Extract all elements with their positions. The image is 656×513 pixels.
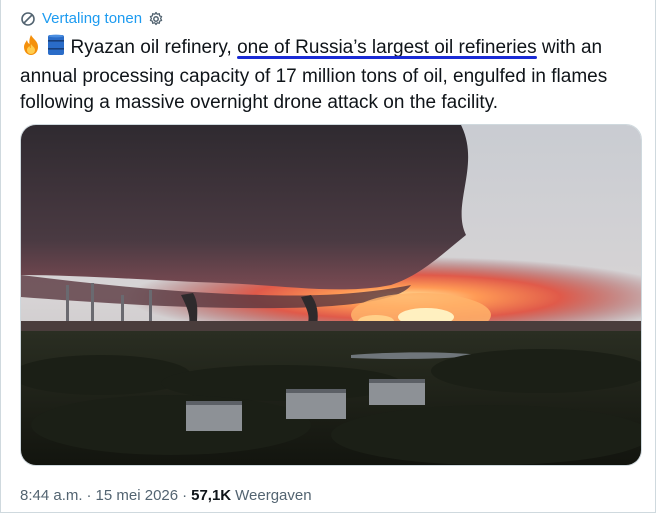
meta-separator: · [182,487,188,504]
gear-icon[interactable] [148,11,164,27]
oil-drum-emoji [47,34,65,64]
meta-separator: · [86,487,92,504]
highlighted-text: one of Russia’s largest oil refineries [237,37,537,59]
highlight-underline [237,56,537,59]
tweet-text: Ryazan oil refinery, one of Russia’s lar… [20,34,640,116]
tweet-time[interactable]: 8:44 a.m. [20,486,83,506]
fire-emoji [20,34,42,64]
views-count: 57,1K [191,487,232,504]
highlighted-text-content: one of Russia’s largest oil refineries [237,37,537,58]
tweet-metadata: 8:44 a.m. · 15 mei 2026 · 57,1K Weergave… [20,486,312,506]
show-translation-link[interactable]: Vertaling tonen [42,9,142,29]
tweet-card: Vertaling tonen Ryazan oil refinery, one… [0,0,656,513]
tweet-text-before: Ryazan oil refinery, [65,37,238,58]
tweet-media-photo[interactable] [20,124,642,466]
translate-icon[interactable] [20,11,36,27]
tweet-date[interactable]: 15 mei 2026 [96,486,179,506]
translate-row: Vertaling tonen [20,9,164,29]
refinery-fire-photo [21,125,641,465]
views-label: Weergaven [235,487,312,504]
